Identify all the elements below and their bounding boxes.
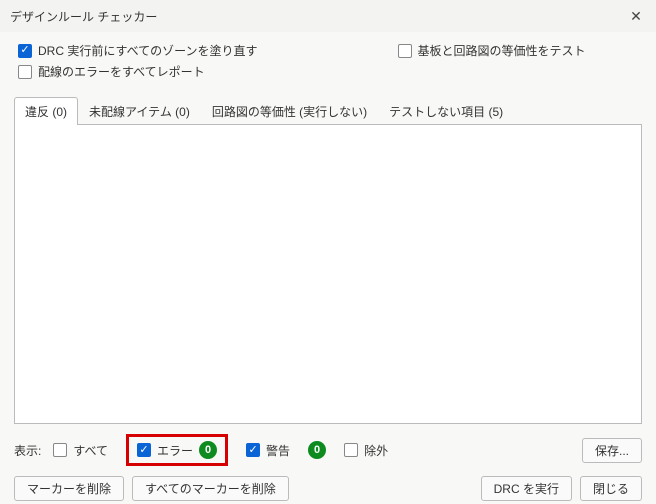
errors-count-badge: 0 <box>199 441 217 459</box>
filter-row: 表示: すべて エラー 0 警告 0 除外 保存... <box>14 434 642 466</box>
filter-exclusions-checkbox[interactable]: 除外 <box>344 442 388 459</box>
tab-violations-label: 違反 (0) <box>25 105 67 119</box>
filter-exclusions-label: 除外 <box>364 442 388 459</box>
tab-violations[interactable]: 違反 (0) <box>14 97 78 125</box>
footer: 表示: すべて エラー 0 警告 0 除外 保存... マーカーを削除 すべての… <box>0 424 656 501</box>
delete-all-markers-button[interactable]: すべてのマーカーを削除 <box>132 476 289 501</box>
warnings-count-badge: 0 <box>308 441 326 459</box>
report-all-track-checkbox[interactable]: 配線のエラーをすべてレポート <box>18 63 205 80</box>
test-parity-label: 基板と回路図の等価性をテスト <box>418 42 586 59</box>
titlebar: デザインルール チェッカー ✕ <box>0 0 656 32</box>
button-row: マーカーを削除 すべてのマーカーを削除 DRC を実行 閉じる <box>14 476 642 501</box>
close-button[interactable]: 閉じる <box>580 476 642 501</box>
filter-all-label: すべて <box>73 442 108 459</box>
save-button[interactable]: 保存... <box>582 438 642 463</box>
tab-unrouted-label: 未配線アイテム (0) <box>89 105 190 119</box>
tab-excluded-label: テストしない項目 (5) <box>389 105 503 119</box>
checkbox-icon <box>53 443 67 457</box>
test-parity-checkbox[interactable]: 基板と回路図の等価性をテスト <box>398 42 586 59</box>
checkbox-icon <box>246 443 260 457</box>
filter-warnings-checkbox[interactable]: 警告 <box>246 442 290 459</box>
results-list[interactable] <box>14 124 642 424</box>
close-icon[interactable]: ✕ <box>626 6 646 26</box>
refill-zones-label: DRC 実行前にすべてのゾーンを塗り直す <box>38 42 258 59</box>
tab-unrouted[interactable]: 未配線アイテム (0) <box>78 97 201 125</box>
checkbox-icon <box>18 65 32 79</box>
tab-excluded[interactable]: テストしない項目 (5) <box>378 97 514 125</box>
filter-warnings-label: 警告 <box>266 442 290 459</box>
checkbox-icon <box>137 443 151 457</box>
report-all-track-label: 配線のエラーをすべてレポート <box>38 63 205 80</box>
refill-zones-checkbox[interactable]: DRC 実行前にすべてのゾーンを塗り直す <box>18 42 258 59</box>
run-drc-button[interactable]: DRC を実行 <box>481 476 572 501</box>
tab-parity-label: 回路図の等価性 (実行しない) <box>212 105 367 119</box>
checkbox-icon <box>18 44 32 58</box>
delete-marker-button[interactable]: マーカーを削除 <box>14 476 124 501</box>
show-label: 表示: <box>14 442 41 459</box>
filter-errors-checkbox[interactable]: エラー <box>137 442 193 459</box>
filter-all-checkbox[interactable]: すべて <box>53 442 108 459</box>
errors-highlight-box: エラー 0 <box>126 434 228 466</box>
tab-parity[interactable]: 回路図の等価性 (実行しない) <box>201 97 378 125</box>
filter-errors-label: エラー <box>157 442 193 459</box>
options-panel: DRC 実行前にすべてのゾーンを塗り直す 基板と回路図の等価性をテスト 配線のエ… <box>0 32 656 86</box>
checkbox-icon <box>344 443 358 457</box>
tab-bar: 違反 (0) 未配線アイテム (0) 回路図の等価性 (実行しない) テストしな… <box>14 96 642 124</box>
checkbox-icon <box>398 44 412 58</box>
window-title: デザインルール チェッカー <box>10 8 157 25</box>
